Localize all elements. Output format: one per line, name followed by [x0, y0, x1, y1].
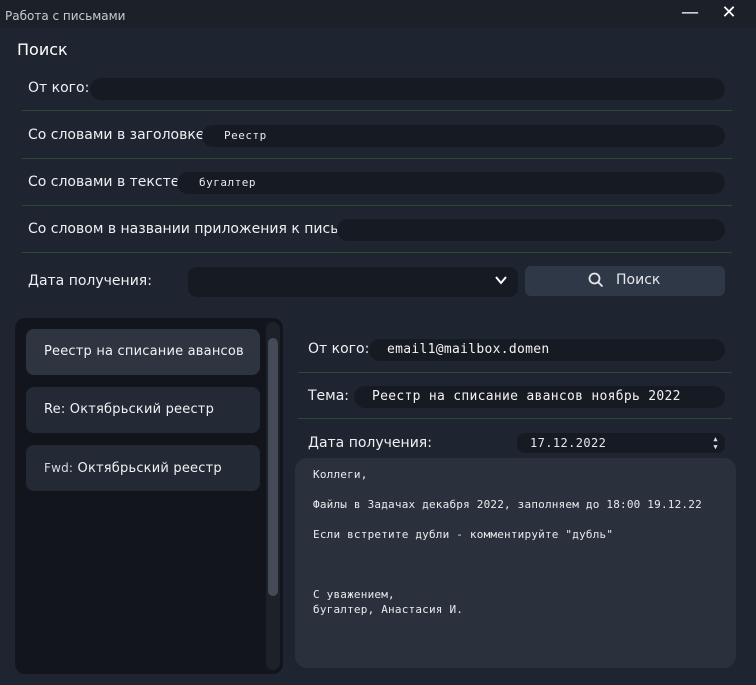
- attachment-word-label: Со словом в названии приложения к письму…: [28, 221, 363, 237]
- separator: [298, 418, 732, 419]
- message-list: Реестр на списание авансов Re: Октябрьск…: [15, 318, 283, 674]
- message-list-item[interactable]: Re: Октябрьский реестр: [26, 387, 260, 433]
- text-words-input[interactable]: бугалтер: [177, 172, 725, 194]
- detail-date-label: Дата получения:: [308, 435, 432, 451]
- separator: [22, 205, 732, 206]
- message-title: Реестр на списание авансов: [44, 344, 244, 359]
- separator: [22, 110, 732, 111]
- close-button[interactable]: ✕: [716, 4, 742, 24]
- body-line: [313, 483, 736, 498]
- minimize-button[interactable]: —: [677, 4, 703, 24]
- detail-from-field[interactable]: email1@mailbox.domen: [369, 339, 725, 361]
- search-icon: [588, 272, 604, 288]
- separator: [298, 372, 732, 373]
- from-input[interactable]: [90, 78, 725, 100]
- separator: [22, 158, 732, 159]
- from-label: От кого:: [28, 80, 90, 96]
- detail-from-label: От кого:: [308, 341, 370, 357]
- subject-words-label: Со словами в заголовке:: [28, 127, 210, 143]
- search-button-label: Поиск: [616, 272, 661, 288]
- body-line: Файлы в Задачах декабря 2022, заполняем …: [313, 498, 702, 511]
- search-button[interactable]: Поиск: [525, 266, 725, 296]
- date-label: Дата получения:: [28, 273, 152, 289]
- message-list-item[interactable]: Реестр на списание авансов: [26, 329, 260, 375]
- detail-date-value: 17.12.2022: [530, 436, 607, 450]
- text-words-label: Со словами в тексте:: [28, 174, 185, 190]
- body-line: [313, 558, 736, 573]
- body-line: С уважением,: [313, 588, 395, 601]
- body-line: Коллеги,: [313, 468, 368, 481]
- search-section-title: Поиск: [17, 40, 68, 59]
- message-prefix: Fwd:: [44, 461, 74, 475]
- attachment-word-input[interactable]: [337, 219, 725, 241]
- detail-subject-label: Тема:: [308, 388, 350, 404]
- date-select[interactable]: [188, 267, 518, 297]
- message-title: Октябрьский реестр: [77, 461, 222, 476]
- body-line: бугалтер, Анастасия И.: [313, 603, 464, 616]
- chevron-down-icon: [495, 276, 507, 285]
- body-line: [313, 573, 736, 588]
- body-line: [313, 543, 736, 558]
- message-title: Re: Октябрьский реестр: [44, 402, 215, 417]
- message-body[interactable]: Коллеги, Файлы в Задачах декабря 2022, з…: [295, 458, 736, 668]
- body-line: Если встретите дубли - комментируйте "ду…: [313, 528, 614, 541]
- message-list-item[interactable]: Fwd: Октябрьский реестр: [26, 445, 260, 491]
- detail-date-spinbox[interactable]: 17.12.2022 ▲ ▼: [517, 433, 725, 453]
- detail-subject-field[interactable]: Реестр на списание авансов ноябрь 2022: [354, 386, 725, 408]
- separator: [22, 252, 732, 253]
- spin-arrows-icon[interactable]: ▲ ▼: [713, 435, 718, 451]
- subject-words-input[interactable]: Реестр: [202, 125, 725, 147]
- scrollbar-thumb[interactable]: [268, 338, 278, 596]
- body-line: [313, 513, 736, 528]
- window-title: Работа с письмами: [5, 9, 126, 23]
- title-bar: Работа с письмами — ✕: [0, 0, 756, 28]
